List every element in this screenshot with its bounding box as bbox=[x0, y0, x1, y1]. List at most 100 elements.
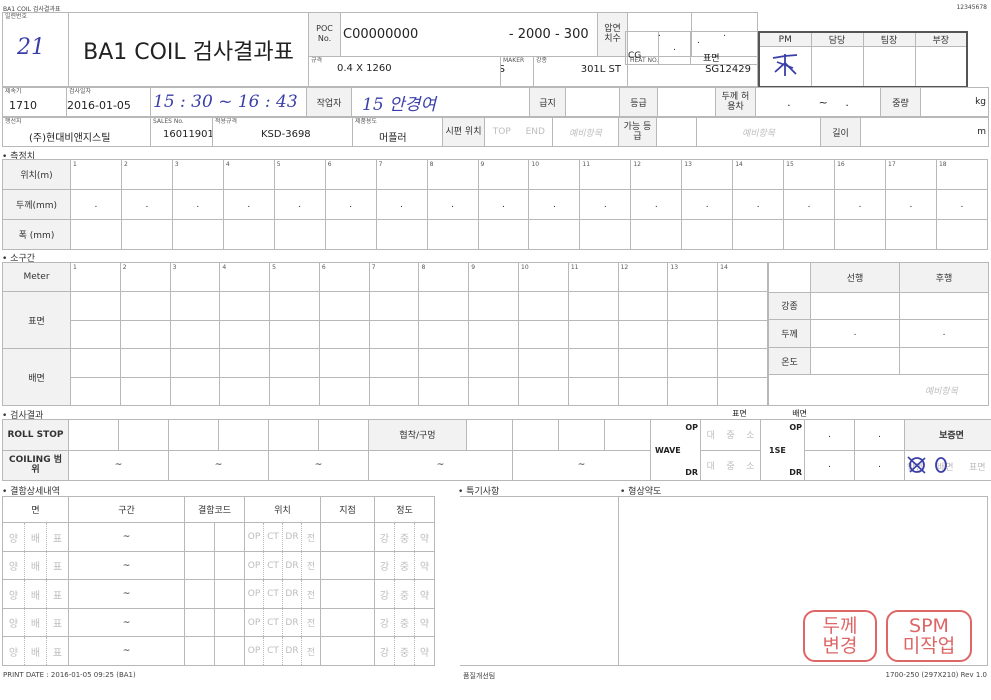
defect-degree-option[interactable]: 중 bbox=[394, 550, 416, 581]
measure-col-number: 11 bbox=[582, 161, 591, 168]
small-front-cell bbox=[70, 319, 121, 350]
sample-top[interactable]: TOP bbox=[484, 117, 519, 147]
meter-cell: 8 bbox=[418, 261, 470, 293]
defect-position-option[interactable]: OP bbox=[244, 550, 265, 581]
result-table: ROLL STOP 협착/구멍 OP WAVE DR 대 중 소 OP 1SE … bbox=[2, 419, 991, 481]
defect-point-cell bbox=[320, 636, 376, 666]
defect-face-option[interactable]: 배 bbox=[24, 522, 47, 552]
worker-value: 15 안경여 bbox=[351, 87, 530, 117]
defect-face-option[interactable]: 표 bbox=[45, 579, 70, 609]
coiling-range-4: ~ bbox=[368, 449, 513, 481]
small-back-cell bbox=[70, 348, 121, 378]
defect-position-option[interactable]: OP bbox=[244, 636, 265, 666]
defect-position-option[interactable]: CT bbox=[263, 607, 284, 638]
defect-position-option[interactable]: 전 bbox=[301, 550, 322, 581]
measure-cell bbox=[681, 219, 734, 250]
defect-code-cell bbox=[184, 636, 246, 666]
measure-col-number: 1 bbox=[73, 161, 77, 168]
pm-signature bbox=[758, 46, 812, 87]
doc-number: 12345678 bbox=[956, 4, 987, 11]
special-notes-box bbox=[460, 497, 618, 665]
measure-cell bbox=[885, 219, 937, 250]
defect-position-option[interactable]: CT bbox=[263, 550, 284, 581]
defect-position-option[interactable]: 전 bbox=[301, 522, 322, 552]
small-col-number: 12 bbox=[620, 264, 629, 271]
wave-dr-medium[interactable]: 중 bbox=[720, 449, 741, 481]
small-front-cell bbox=[269, 291, 320, 321]
defect-face-option[interactable]: 배 bbox=[24, 607, 47, 638]
defect-degree-option[interactable]: 약 bbox=[414, 607, 436, 638]
wave-dr-large[interactable]: 대 bbox=[700, 449, 721, 481]
defect-position-option[interactable]: 전 bbox=[301, 607, 322, 638]
defect-face-option[interactable]: 양 bbox=[2, 636, 25, 666]
defect-position-option[interactable]: CT bbox=[263, 579, 284, 609]
wave-dr-small[interactable]: 소 bbox=[740, 449, 761, 481]
meter-cell: 6 bbox=[318, 261, 370, 293]
small-back-cell bbox=[169, 376, 221, 407]
small-front-cell bbox=[269, 319, 320, 350]
small-col-number: 9 bbox=[471, 264, 476, 271]
defect-face-option[interactable]: 배 bbox=[24, 550, 47, 581]
defect-degree-option[interactable]: 약 bbox=[414, 522, 436, 552]
wave-op-medium[interactable]: 중 bbox=[720, 419, 741, 451]
measure-col-number: 15 bbox=[786, 161, 794, 168]
defect-position-option[interactable]: 전 bbox=[301, 579, 322, 609]
defect-position-option[interactable]: DR bbox=[282, 522, 303, 552]
small-col-number: 13 bbox=[670, 264, 679, 271]
defect-degree-option[interactable]: 강 bbox=[374, 607, 396, 638]
defect-extra-cell bbox=[435, 637, 461, 666]
defect-face-option[interactable]: 양 bbox=[2, 607, 25, 638]
wave-op-large[interactable]: 대 bbox=[700, 419, 721, 451]
defect-position-option[interactable]: 전 bbox=[301, 636, 322, 666]
measure-cell: 16 bbox=[834, 159, 886, 190]
defect-face-option[interactable]: 양 bbox=[2, 550, 25, 581]
defect-face-option[interactable]: 배 bbox=[24, 636, 47, 666]
defect-position-option[interactable]: OP bbox=[244, 522, 265, 552]
defect-degree-option[interactable]: 강 bbox=[374, 522, 396, 552]
defect-degree-option[interactable]: 약 bbox=[414, 579, 436, 609]
coiling-range-2: ~ bbox=[168, 449, 269, 481]
defect-position-option[interactable]: OP bbox=[244, 607, 265, 638]
guarantee-front[interactable]: 표면 bbox=[969, 460, 986, 473]
defect-position-option[interactable]: CT bbox=[263, 636, 284, 666]
defect-position-option[interactable]: CT bbox=[263, 522, 284, 552]
defect-degree-option[interactable]: 약 bbox=[414, 636, 436, 666]
defect-degree-option[interactable]: 강 bbox=[374, 636, 396, 666]
side-row-steel: 강종 bbox=[768, 291, 811, 321]
reserve-item-2: 예비항목 bbox=[696, 117, 821, 147]
defect-face-option[interactable]: 양 bbox=[2, 522, 25, 552]
defect-degree-option[interactable]: 강 bbox=[374, 550, 396, 581]
defect-face-option[interactable]: 배 bbox=[24, 579, 47, 609]
defect-face-option[interactable]: 표 bbox=[45, 550, 70, 581]
small-back-cell bbox=[219, 376, 271, 407]
defect-face-option[interactable]: 표 bbox=[45, 636, 70, 666]
defect-position-option[interactable]: DR bbox=[282, 636, 303, 666]
defect-face-option[interactable]: 표 bbox=[45, 607, 70, 638]
defect-extra-cell bbox=[435, 523, 461, 552]
defect-degree-option[interactable]: 중 bbox=[394, 607, 416, 638]
coiling-range-5: ~ bbox=[512, 449, 651, 481]
defect-position-option[interactable]: DR bbox=[282, 607, 303, 638]
defect-degree-option[interactable]: 중 bbox=[394, 522, 416, 552]
stamp-spm-not-done: SPM 미작업 bbox=[886, 610, 972, 662]
measure-row-label: 폭 (mm) bbox=[2, 219, 71, 250]
small-front-cell bbox=[717, 319, 768, 350]
defect-face-option[interactable]: 양 bbox=[2, 579, 25, 609]
wave-op-small[interactable]: 소 bbox=[740, 419, 761, 451]
defect-degree-option[interactable]: 중 bbox=[394, 579, 416, 609]
small-col-number: 1 bbox=[73, 264, 77, 271]
small-front-cell bbox=[368, 319, 420, 350]
cg-cell: CG bbox=[625, 31, 659, 65]
sample-end[interactable]: END bbox=[518, 117, 553, 147]
defect-face-option[interactable]: 표 bbox=[45, 522, 70, 552]
defect-position-option[interactable]: OP bbox=[244, 579, 265, 609]
defect-section-range: ~ bbox=[68, 550, 186, 581]
defect-position-option[interactable]: DR bbox=[282, 550, 303, 581]
defect-degree-option[interactable]: 중 bbox=[394, 636, 416, 666]
defect-position-option[interactable]: DR bbox=[282, 579, 303, 609]
defect-degree-option[interactable]: 강 bbox=[374, 579, 396, 609]
defect-degree-option[interactable]: 약 bbox=[414, 550, 436, 581]
measure-cell: 4 bbox=[222, 159, 275, 190]
measure-cell bbox=[426, 219, 479, 250]
small-col-number: 14 bbox=[720, 264, 728, 271]
